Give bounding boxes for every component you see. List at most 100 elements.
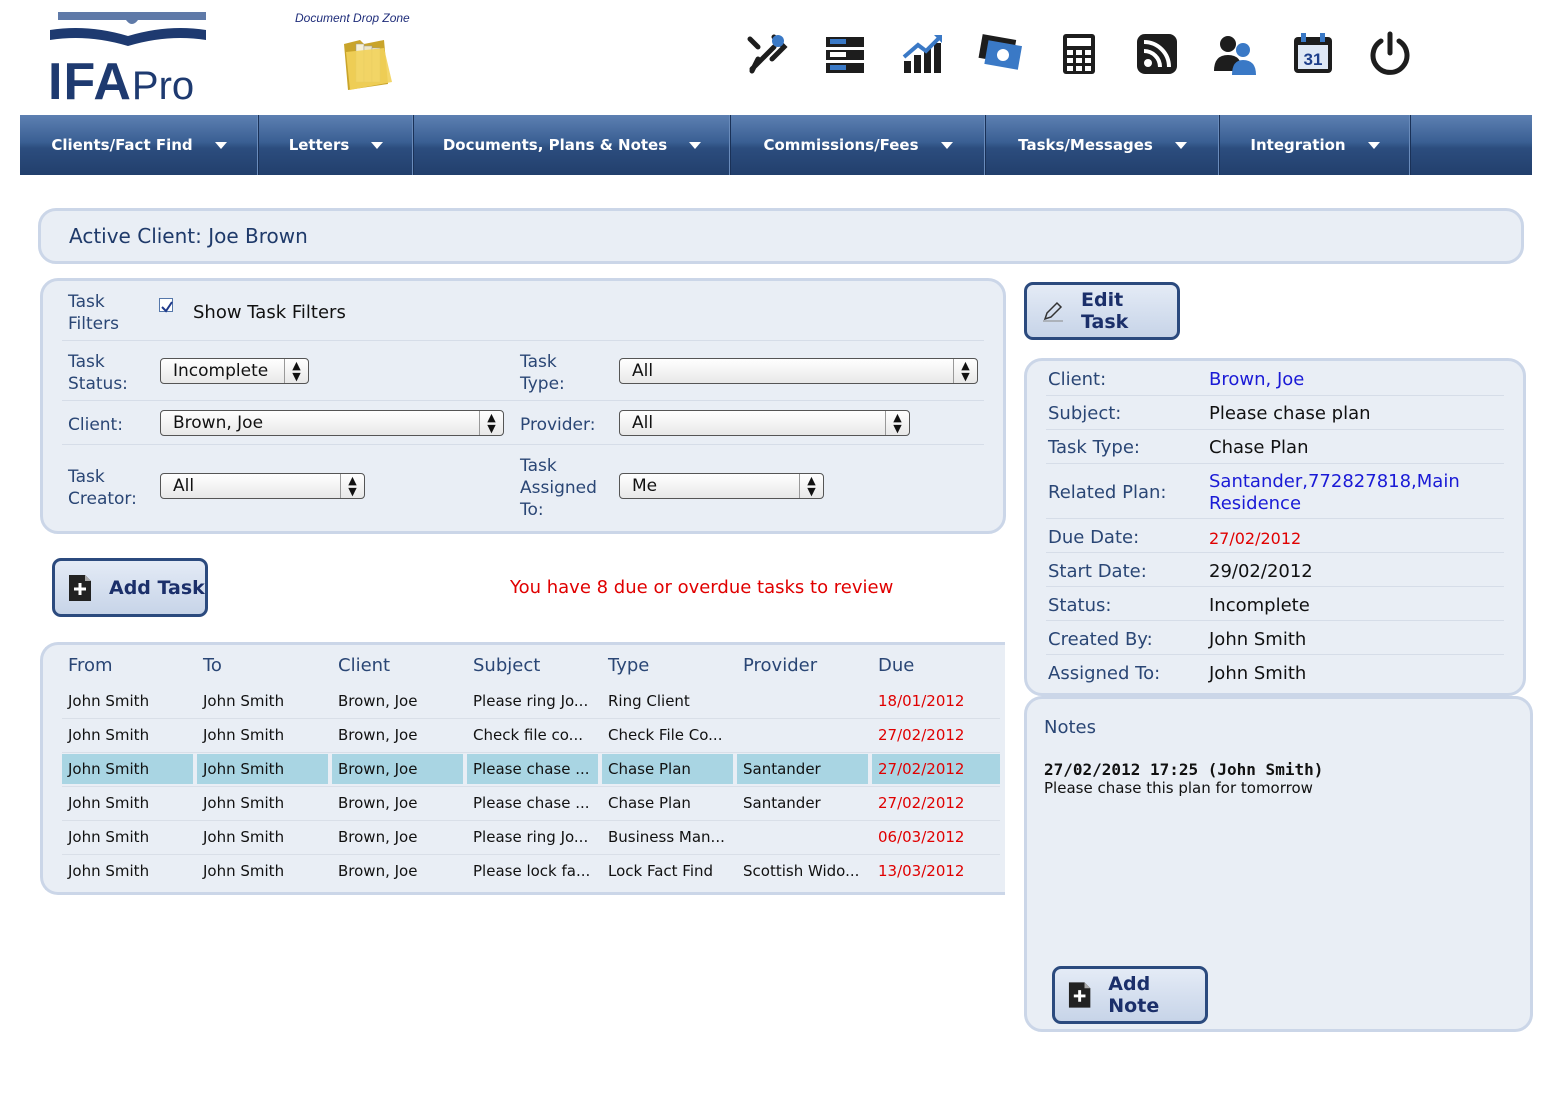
select-value: All bbox=[173, 476, 195, 496]
cell-from: John Smith bbox=[68, 726, 150, 744]
cell-to: John Smith bbox=[197, 754, 328, 784]
task-assigned-select[interactable]: Me ▲ ▼ bbox=[619, 473, 824, 499]
cell-subject: Please chase ... bbox=[473, 794, 590, 812]
calculator-icon[interactable] bbox=[1055, 30, 1103, 78]
caret-down-icon bbox=[940, 141, 953, 149]
task-filters-label: Task Filters bbox=[68, 292, 119, 334]
cell-to: John Smith bbox=[203, 794, 285, 812]
cell-type: Lock Fact Find bbox=[608, 862, 714, 880]
detail-client-link[interactable]: Brown, Joe bbox=[1209, 369, 1304, 391]
col-header-client[interactable]: Client bbox=[338, 655, 390, 676]
select-value: Me bbox=[632, 476, 658, 496]
table-row[interactable]: John Smith John Smith Brown, Joe Please cha… bbox=[62, 754, 1000, 784]
cell-client: Brown, Joe bbox=[338, 828, 418, 846]
task-type-label: Task Type: bbox=[520, 352, 565, 394]
nav-label: Tasks/Messages bbox=[1018, 136, 1153, 154]
rss-icon[interactable] bbox=[1133, 30, 1181, 78]
cell-provider bbox=[737, 822, 868, 852]
nav-tasks-messages[interactable]: Tasks/Messages bbox=[986, 115, 1220, 175]
table-row[interactable]: John Smith John Smith Brown, Joe Please loc… bbox=[62, 856, 1000, 886]
chart-icon[interactable] bbox=[899, 30, 947, 78]
detail-task-type: Chase Plan bbox=[1209, 437, 1309, 458]
cell-due: 27/02/2012 bbox=[878, 794, 965, 812]
col-header-from[interactable]: From bbox=[68, 655, 113, 676]
table-row[interactable]: John Smith John Smith Brown, Joe Please cha… bbox=[62, 788, 1000, 818]
add-task-button[interactable]: Add Task bbox=[52, 558, 208, 617]
users-icon[interactable] bbox=[1211, 30, 1259, 78]
col-header-to[interactable]: To bbox=[203, 655, 222, 676]
select-value: Incomplete bbox=[173, 361, 269, 381]
add-task-label: Add Task bbox=[109, 576, 205, 599]
cell-from: John Smith bbox=[68, 794, 150, 812]
select-arrows-icon: ▲ ▼ bbox=[340, 474, 364, 498]
cell-to: John Smith bbox=[203, 862, 285, 880]
table-row[interactable]: John Smith John Smith Brown, Joe Check file… bbox=[62, 720, 1000, 750]
task-creator-select[interactable]: All ▲ ▼ bbox=[160, 473, 365, 499]
task-type-select[interactable]: All ▲ ▼ bbox=[619, 358, 978, 384]
cell-from: John Smith bbox=[68, 692, 150, 710]
detail-related-plan-link[interactable]: Santander,772827818,Main Residence bbox=[1209, 471, 1460, 515]
detail-status-label: Status: bbox=[1048, 595, 1112, 616]
nav-documents-plans-notes[interactable]: Documents, Plans & Notes bbox=[414, 115, 731, 175]
power-icon[interactable] bbox=[1366, 30, 1414, 78]
document-drop-zone-label: Document Drop Zone bbox=[295, 11, 410, 25]
cell-provider bbox=[737, 720, 868, 750]
edit-task-button[interactable]: Edit Task bbox=[1024, 282, 1180, 340]
cell-provider: Santander bbox=[743, 794, 821, 812]
col-header-due[interactable]: Due bbox=[878, 655, 914, 676]
detail-client-label: Client: bbox=[1048, 369, 1107, 390]
caret-down-icon bbox=[689, 141, 702, 149]
task-status-label: Task Status: bbox=[68, 352, 128, 394]
cell-type: Chase Plan bbox=[608, 794, 691, 812]
money-icon[interactable] bbox=[977, 30, 1025, 78]
add-document-icon bbox=[1068, 982, 1091, 1008]
nav-clients-fact-find[interactable]: Clients/Fact Find bbox=[20, 115, 259, 175]
detail-related-plan-label: Related Plan: bbox=[1048, 482, 1167, 503]
show-filters-checkbox[interactable] bbox=[159, 298, 173, 313]
detail-created-by-label: Created By: bbox=[1048, 629, 1153, 650]
show-filters-label: Show Task Filters bbox=[193, 302, 346, 323]
col-header-provider[interactable]: Provider bbox=[743, 655, 817, 676]
cell-client: Brown, Joe bbox=[338, 794, 418, 812]
select-arrows-icon: ▲ ▼ bbox=[284, 359, 308, 383]
detail-start-date-label: Start Date: bbox=[1048, 561, 1147, 582]
active-client-title: Active Client: Joe Brown bbox=[69, 224, 308, 248]
select-arrows-icon: ▲ ▼ bbox=[885, 411, 909, 435]
cell-client: Brown, Joe bbox=[332, 754, 463, 784]
provider-select[interactable]: All ▲ ▼ bbox=[619, 410, 910, 436]
client-select[interactable]: Brown, Joe ▲ ▼ bbox=[160, 410, 504, 436]
related-plan-line2: Residence bbox=[1209, 493, 1302, 514]
folder-icon[interactable] bbox=[340, 34, 398, 92]
tools-icon[interactable] bbox=[743, 30, 791, 78]
nav-label: Letters bbox=[288, 136, 350, 154]
active-client-panel: Active Client: Joe Brown bbox=[38, 208, 1524, 264]
cell-type: Chase Plan bbox=[602, 754, 733, 784]
folders-icon[interactable] bbox=[821, 30, 869, 78]
add-note-button[interactable]: Add Note bbox=[1052, 966, 1208, 1024]
cell-subject: Please lock fa... bbox=[473, 862, 591, 880]
nav-integration[interactable]: Integration bbox=[1220, 115, 1411, 175]
notes-title: Notes bbox=[1044, 717, 1096, 738]
calendar-icon[interactable]: 31 bbox=[1289, 30, 1337, 78]
task-creator-label: Task Creator: bbox=[68, 467, 137, 509]
related-plan-line1: Santander,772827818,Main bbox=[1209, 471, 1460, 492]
nav-commissions-fees[interactable]: Commissions/Fees bbox=[731, 115, 986, 175]
cell-to: John Smith bbox=[203, 828, 285, 846]
caret-down-icon bbox=[214, 141, 227, 149]
col-header-type[interactable]: Type bbox=[608, 655, 649, 676]
detail-status: Incomplete bbox=[1209, 595, 1310, 616]
cell-from: John Smith bbox=[62, 754, 193, 784]
cell-provider: Santander bbox=[737, 754, 868, 784]
detail-due-date: 27/02/2012 bbox=[1209, 529, 1302, 548]
col-header-subject[interactable]: Subject bbox=[473, 655, 540, 676]
add-note-label: Add Note bbox=[1108, 973, 1160, 1017]
cell-to: John Smith bbox=[203, 726, 285, 744]
cell-due: 13/03/2012 bbox=[878, 862, 965, 880]
cell-provider bbox=[737, 686, 868, 716]
table-row[interactable]: John Smith John Smith Brown, Joe Please rin… bbox=[62, 822, 1000, 852]
task-status-select[interactable]: Incomplete ▲ ▼ bbox=[160, 358, 309, 384]
cell-due: 27/02/2012 bbox=[878, 726, 965, 744]
cell-subject: Check file co... bbox=[473, 726, 583, 744]
table-row[interactable]: John Smith John Smith Brown, Joe Please rin… bbox=[62, 686, 1000, 716]
nav-letters[interactable]: Letters bbox=[259, 115, 414, 175]
